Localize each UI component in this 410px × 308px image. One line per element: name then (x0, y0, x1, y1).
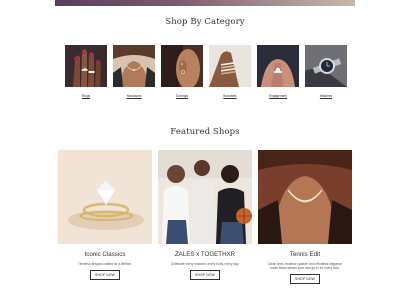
rings-image[interactable] (65, 45, 107, 87)
tennis-edit-image[interactable] (258, 150, 352, 244)
engagement-image[interactable] (257, 45, 299, 87)
shop-desc-tennis-edit: Clean lines, endless sparkle, and effort… (267, 262, 343, 270)
featured-shops-title: Featured Shops (170, 127, 240, 137)
shop-card-zales-togethxr[interactable]: ZALES x TOGETHXR Celebrate every moment,… (158, 150, 252, 300)
featured-shops-row: Iconic Classics Timeless designs crafted… (58, 150, 352, 300)
shop-card-iconic-classics[interactable]: Iconic Classics Timeless designs crafted… (58, 150, 152, 300)
category-label-engagement[interactable]: Engagement (257, 94, 299, 98)
category-grid: Rings Necklaces Earrings Bracelets Engag… (65, 45, 347, 103)
category-tile-bracelets[interactable]: Bracelets (209, 45, 251, 98)
category-label-necklaces[interactable]: Necklaces (113, 94, 155, 98)
hero-banner-edge (55, 0, 355, 6)
shop-name-zales-togethxr: ZALES x TOGETHXR (174, 251, 236, 258)
necklaces-image[interactable] (113, 45, 155, 87)
earrings-image[interactable] (161, 45, 203, 87)
category-label-watches[interactable]: Watches (305, 94, 347, 98)
category-tile-rings[interactable]: Rings (65, 45, 107, 98)
watches-image[interactable] (305, 45, 347, 87)
category-tile-watches[interactable]: Watches (305, 45, 347, 98)
category-tile-engagement[interactable]: Engagement (257, 45, 299, 98)
zales-togethxr-image[interactable] (158, 150, 252, 244)
category-section-title: Shop By Category (165, 17, 245, 27)
category-tile-earrings[interactable]: Earrings (161, 45, 203, 98)
category-label-earrings[interactable]: Earrings (161, 94, 203, 98)
category-tile-necklaces[interactable]: Necklaces (113, 45, 155, 98)
shop-desc-zales-togethxr: Celebrate every moment, every body, ever… (170, 262, 240, 266)
category-label-bracelets[interactable]: Bracelets (209, 94, 251, 98)
shop-card-tennis-edit[interactable]: Tennis Edit Clean lines, endless sparkle… (258, 150, 352, 300)
bracelets-image[interactable] (209, 45, 251, 87)
shop-desc-iconic-classics: Timeless designs crafted for a lifetime. (77, 262, 133, 266)
shop-now-button-iconic-classics[interactable]: SHOP NOW (90, 270, 120, 280)
shop-now-button-zales-togethxr[interactable]: SHOP NOW (190, 270, 220, 280)
category-label-rings[interactable]: Rings (65, 94, 107, 98)
iconic-classics-image[interactable] (58, 150, 152, 244)
shop-name-tennis-edit: Tennis Edit (289, 251, 321, 258)
shop-name-iconic-classics: Iconic Classics (84, 251, 126, 258)
shop-now-button-tennis-edit[interactable]: SHOP NOW (290, 274, 320, 284)
